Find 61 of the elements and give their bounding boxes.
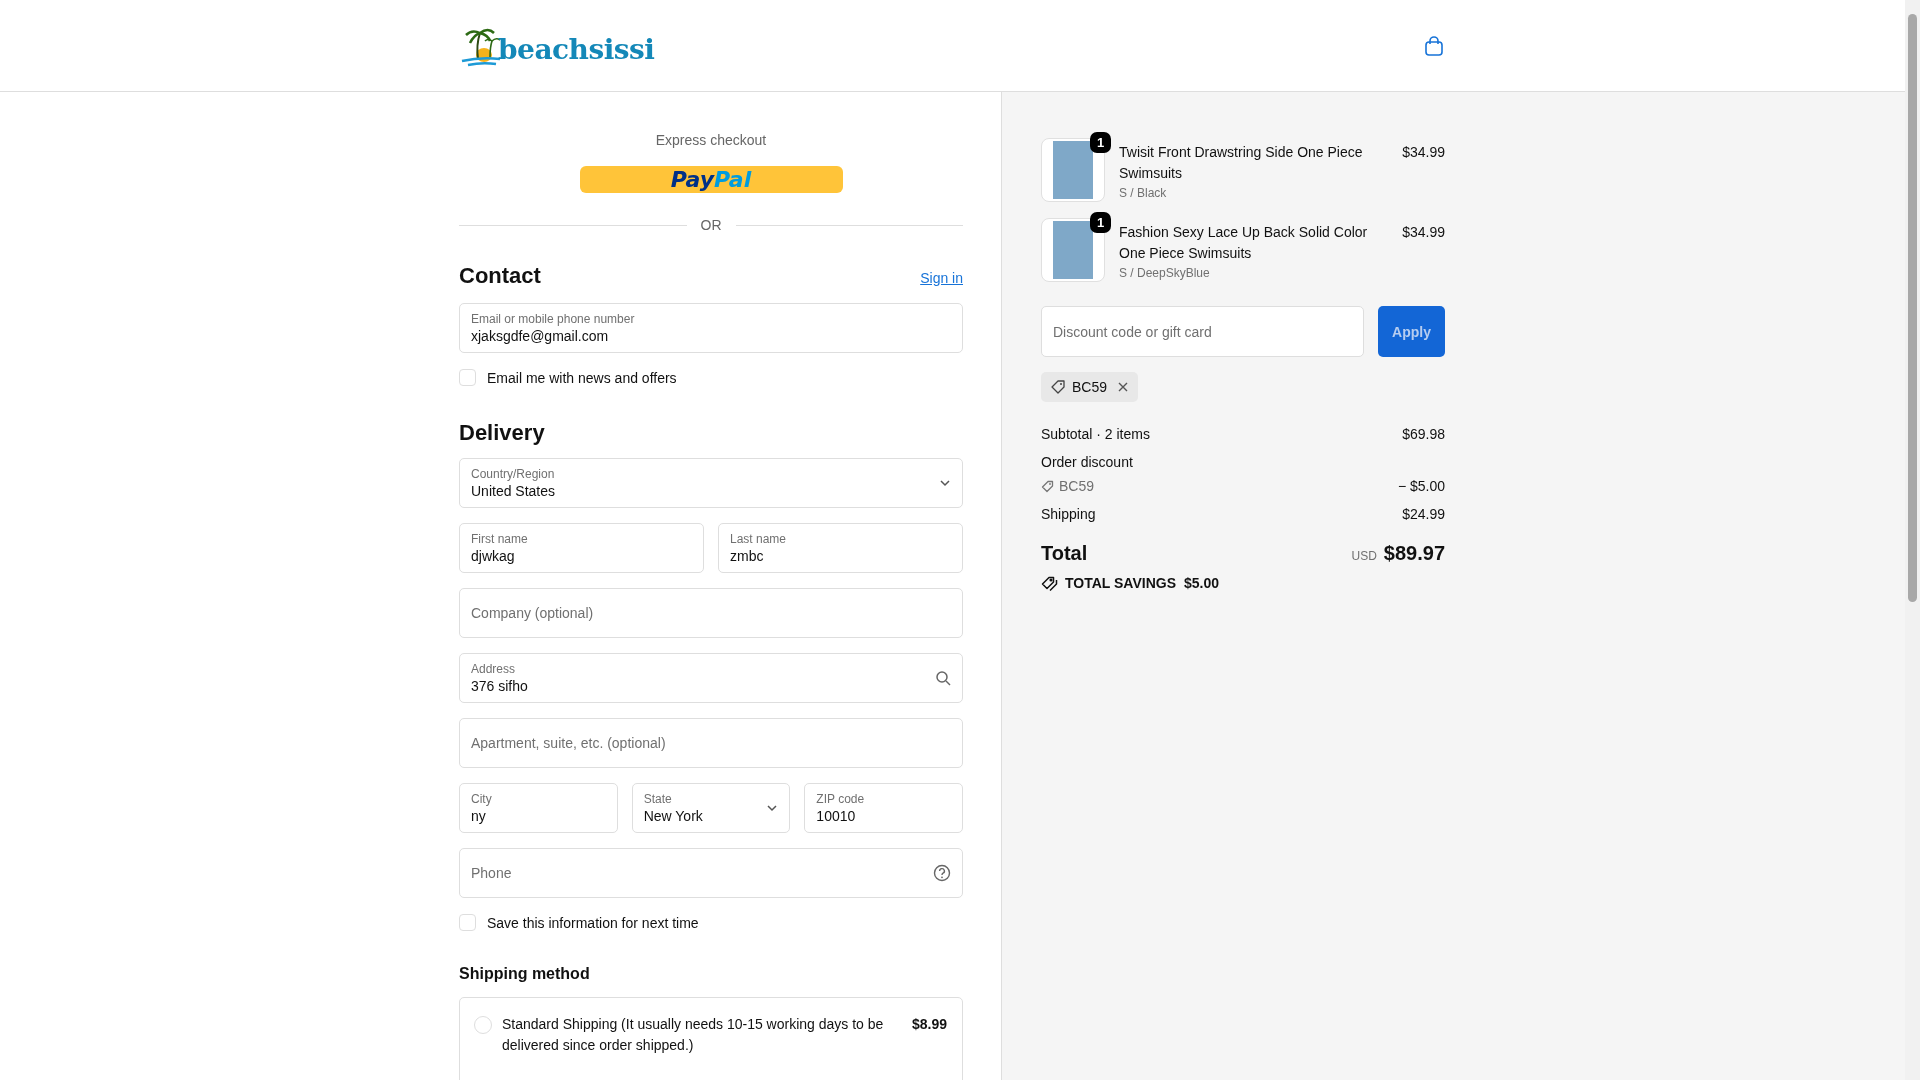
paypal-button[interactable]: PayPal xyxy=(579,166,843,193)
shopping-bag-icon xyxy=(1423,34,1445,57)
savings-amount: $5.00 xyxy=(1184,575,1220,591)
section-heading: Contact xyxy=(459,263,541,289)
input-field[interactable]: City ny xyxy=(459,783,618,833)
input-field[interactable]: Email or mobile phone number xjaksgdfe@gmail.com xyxy=(459,303,963,353)
product-variant: S / Black xyxy=(1119,185,1168,202)
chevron-down-icon xyxy=(939,477,951,489)
product-price: $34.99 xyxy=(1402,223,1445,242)
total-amount: $89.97 xyxy=(1383,542,1445,565)
discount-code-label: BC59 xyxy=(1059,477,1095,496)
product-price: $34.99 xyxy=(1402,143,1445,162)
discount-code-field[interactable]: Discount code or gift card xyxy=(1041,306,1364,357)
input-field[interactable]: Last name zmbc xyxy=(718,523,963,573)
section-heading: Delivery xyxy=(459,420,546,446)
shipping-price: $8.99 xyxy=(911,1015,947,1034)
quantity-badge: 1 xyxy=(1090,132,1111,153)
help-icon xyxy=(933,864,951,882)
summary-label: Order discount xyxy=(1041,453,1133,472)
product-title: Fashion Sexy Lace Up Back Solid Color One Piece Swimsuits xyxy=(1119,223,1369,263)
summary-value: $24.99 xyxy=(1402,505,1445,524)
checkbox[interactable] xyxy=(459,369,476,386)
summary-value: $69.98 xyxy=(1402,425,1445,444)
quantity-badge: 1 xyxy=(1090,212,1111,233)
photo-placeholder xyxy=(1053,221,1093,279)
summary-label: Shipping xyxy=(1041,505,1096,524)
input-field[interactable]: ZIP code 10010 xyxy=(804,783,963,833)
logo[interactable]: beachsissi xyxy=(460,24,655,67)
input-field[interactable]: Apartment, suite, etc. (optional) xyxy=(459,718,963,768)
input-field[interactable]: Phone xyxy=(459,848,963,898)
scrollbar[interactable] xyxy=(1905,0,1920,1080)
summary-value: − $5.00 xyxy=(1397,477,1445,496)
search-icon xyxy=(935,670,951,686)
scrollbar-thumb[interactable] xyxy=(1908,14,1917,602)
shipping-option-label: Standard Shipping (It usually needs 10-15 working days to be delivered since order shipped.) xyxy=(502,1015,885,1055)
product-variant: S / DeepSkyBlue xyxy=(1119,265,1211,282)
chevron-down-icon xyxy=(766,802,779,814)
product-title: Twisit Front Drawstring Side One Piece Swimsuits xyxy=(1119,143,1364,183)
remove-discount-button[interactable] xyxy=(1117,381,1130,393)
dropdown[interactable]: State New York xyxy=(631,783,791,833)
dropdown[interactable]: Country/Region United States xyxy=(459,458,963,508)
input-field[interactable]: Address 376 sifho xyxy=(459,653,963,703)
tags-icon xyxy=(1041,575,1059,591)
close-icon xyxy=(1117,381,1130,393)
discount-tag: BC59 xyxy=(1041,372,1139,402)
currency-label: USD xyxy=(1351,549,1377,563)
tag-icon xyxy=(1050,379,1066,395)
checkbox-label: Save this information for next time xyxy=(487,914,699,931)
input-field[interactable]: Company (optional) xyxy=(459,588,963,638)
photo-placeholder xyxy=(1053,141,1093,199)
checkbox[interactable] xyxy=(459,914,476,931)
total-label: Total xyxy=(1041,542,1088,565)
tag-icon xyxy=(1041,479,1054,493)
section-heading: Shipping method xyxy=(459,965,591,983)
express-checkout-label: Express checkout xyxy=(654,132,768,148)
savings-label: TOTAL SAVINGS xyxy=(1065,575,1176,591)
checkbox-label: Email me with news and offers xyxy=(487,369,677,386)
divider-text: OR xyxy=(700,217,722,233)
input-field[interactable]: First name djwkag xyxy=(459,523,704,573)
sign-in-link[interactable]: Sign in xyxy=(920,270,963,286)
summary-label: Subtotal · 2 items xyxy=(1041,425,1150,444)
